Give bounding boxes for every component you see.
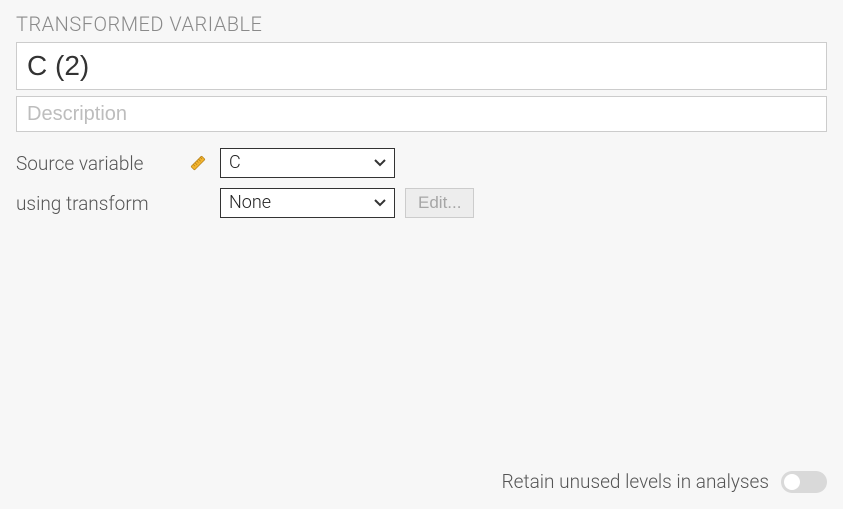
source-variable-row: Source variable C (16, 148, 827, 178)
footer-row: Retain unused levels in analyses (502, 470, 827, 493)
retain-levels-toggle[interactable] (781, 471, 827, 493)
edit-transform-button[interactable]: Edit... (405, 188, 474, 218)
using-transform-row: using transform None Edit... (16, 188, 827, 218)
chevron-down-icon (374, 195, 386, 211)
source-variable-value: C (229, 149, 241, 177)
transform-select[interactable]: None (220, 188, 395, 218)
toggle-knob (784, 474, 800, 490)
ruler-icon (186, 153, 210, 173)
source-variable-label: Source variable (16, 152, 176, 175)
description-input[interactable] (16, 96, 827, 132)
section-title: TRANSFORMED VARIABLE (16, 12, 827, 36)
source-variable-select[interactable]: C (220, 148, 395, 178)
using-transform-label: using transform (16, 192, 176, 215)
retain-levels-label: Retain unused levels in analyses (502, 470, 769, 493)
variable-name-input[interactable] (16, 42, 827, 90)
transform-value: None (229, 189, 271, 217)
transformed-variable-panel: TRANSFORMED VARIABLE Source variable C (0, 0, 843, 509)
chevron-down-icon (374, 155, 386, 171)
